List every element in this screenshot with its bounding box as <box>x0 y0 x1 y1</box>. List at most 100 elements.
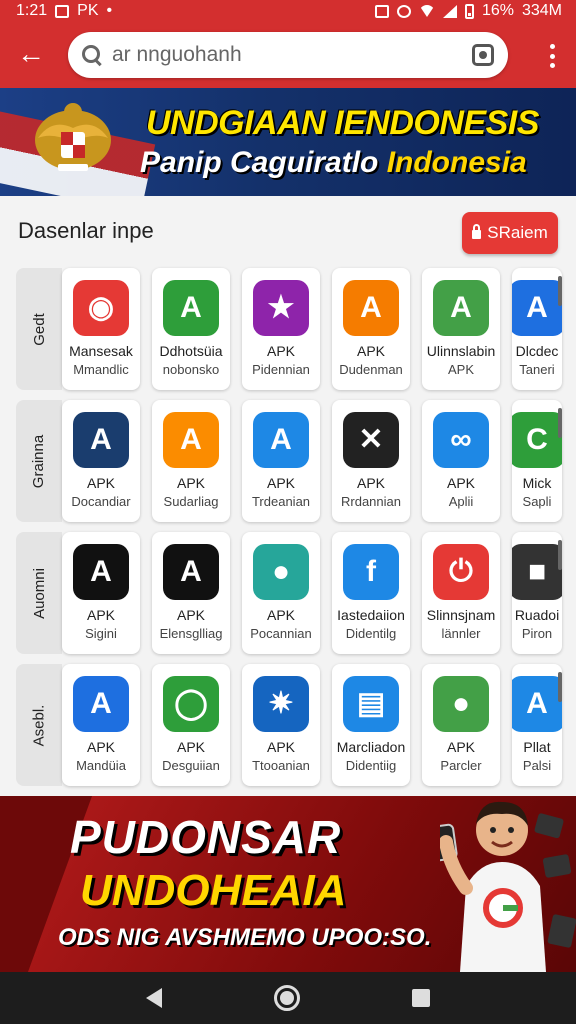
app-name: Pllat <box>523 739 551 755</box>
search-input[interactable]: ar nnguohanh <box>112 43 472 67</box>
colorful-a-icon: A <box>163 412 219 468</box>
app-icon-glyph: A <box>90 687 112 720</box>
lock-icon <box>472 224 482 239</box>
app-subtitle: Pidennian <box>252 362 310 377</box>
app-icon-glyph: ● <box>451 687 471 720</box>
banner-subtitle: Panip Caguiratlo Indonesia <box>140 146 527 180</box>
sort-button[interactable]: SRaiem <box>462 212 558 254</box>
app-tile[interactable]: ∞ APK Aplii <box>422 400 500 522</box>
navy-a-icon: A <box>73 412 129 468</box>
blue-a-icon: A <box>512 280 562 336</box>
app-tile[interactable]: A APK Elensglliag <box>152 532 230 654</box>
hero-banner[interactable]: UNDGIAAN IENDONESIS Panip Caguiratlo Ind… <box>0 88 576 196</box>
app-subtitle: Rrdannian <box>341 494 401 509</box>
app-tile[interactable]: A APK Mandüia <box>62 664 140 786</box>
app-subtitle: Taneri <box>519 362 555 377</box>
f-icon: f <box>343 544 399 600</box>
row-category-label[interactable]: Gedt <box>16 268 62 390</box>
sync-icon <box>396 4 411 18</box>
signal-icon <box>442 4 457 18</box>
app-subtitle: nobonsko <box>162 362 220 377</box>
app-tile[interactable]: A APK Sudarliag <box>152 400 230 522</box>
light-blue-a-icon: A <box>512 676 562 732</box>
app-subtitle: lännler <box>441 626 481 641</box>
row-category-label[interactable]: Auomni <box>16 532 62 654</box>
app-tile[interactable]: ● APK Parcler <box>422 664 500 786</box>
app-name: APK <box>356 343 385 359</box>
document-icon: ▤ <box>343 676 399 732</box>
app-tile[interactable]: f Iastedaiion Didentilg <box>332 532 410 654</box>
app-subtitle: Palsi <box>522 758 552 773</box>
app-icon-glyph: C <box>526 423 548 456</box>
app-tile[interactable]: A Pllat Palsi <box>512 664 562 786</box>
row-category-label[interactable]: Grainna <box>16 400 62 522</box>
ap-icon: A <box>163 544 219 600</box>
app-tile[interactable]: ⏻ Slinnsjnam lännler <box>422 532 500 654</box>
app-icon-glyph: ★ <box>267 291 295 324</box>
app-name: APK <box>86 739 115 755</box>
app-name: Ddhotsüia <box>159 343 223 359</box>
row-scrollbar[interactable] <box>558 672 562 702</box>
status-right: 16% 334M <box>374 2 562 20</box>
promo-banner[interactable]: PUDONSAR UNDOHEAIA ODS NIG AVSHMEMO UPOO… <box>0 796 576 972</box>
app-tile[interactable]: ▤ Marcliadon Didentiig <box>332 664 410 786</box>
app-tile[interactable]: C Mick Sapli <box>512 400 562 522</box>
app-tile[interactable]: A APK Docandiar <box>62 400 140 522</box>
app-tile[interactable]: A Ddhotsüia nobonsko <box>152 268 230 390</box>
search-field[interactable]: ar nnguohanh <box>68 32 508 78</box>
app-name: APK <box>176 607 205 623</box>
app-name: APK <box>266 343 295 359</box>
app-icon-glyph: A <box>180 291 202 324</box>
app-subtitle: Mmandlic <box>73 362 129 377</box>
app-tile[interactable]: ■ Ruadoi Piron <box>512 532 562 654</box>
app-tile[interactable]: A Dlcdec Taneri <box>512 268 562 390</box>
tool-icon: ✕ <box>343 412 399 468</box>
app-subtitle: Sigini <box>85 626 117 641</box>
scan-icon[interactable] <box>472 44 494 66</box>
search-icon <box>82 45 102 65</box>
app-name: APK <box>446 739 475 755</box>
nav-home-icon[interactable] <box>274 985 300 1011</box>
row-scrollbar[interactable] <box>558 540 562 570</box>
app-name: Ulinnslabin <box>426 343 496 359</box>
app-tile[interactable]: A Ulinnslabin APK <box>422 268 500 390</box>
sort-button-label: SRaiem <box>487 223 548 242</box>
more-vert-icon[interactable] <box>550 44 556 68</box>
data-usage: 334M <box>521 2 562 19</box>
nav-recents-icon[interactable] <box>412 989 430 1007</box>
app-name: APK <box>266 475 295 491</box>
green-circle-icon: ● <box>253 544 309 600</box>
battery-icon <box>464 3 474 19</box>
a-tent-icon: A <box>343 280 399 336</box>
app-icon-glyph: ● <box>271 555 291 588</box>
banner-subtitle-b: Indonesia <box>378 146 527 179</box>
app-name: Marcliadon <box>336 739 406 755</box>
app-name: APK <box>176 475 205 491</box>
app-tile[interactable]: ✕ APK Rrdannian <box>332 400 410 522</box>
app-tile[interactable]: ● APK Pocannian <box>242 532 320 654</box>
play-star-icon: ★ <box>253 280 309 336</box>
app-icon-glyph: ∞ <box>450 423 472 456</box>
app-tile[interactable]: ★ APK Pidennian <box>242 268 320 390</box>
rainbow-a-icon: A <box>73 676 129 732</box>
app-tile[interactable]: ◉ Mansesak Mmandlic <box>62 268 140 390</box>
app-tile[interactable]: A APK Sigini <box>62 532 140 654</box>
app-bar: ← ar nnguohanh <box>0 22 576 88</box>
app-tile[interactable]: A APK Dudenman <box>332 268 410 390</box>
nav-back-icon[interactable] <box>146 988 162 1008</box>
app-tile[interactable]: A APK Trdeanian <box>242 400 320 522</box>
row-scrollbar[interactable] <box>558 276 562 306</box>
app-tile[interactable]: ✷ APK Ttooanian <box>242 664 320 786</box>
row-category-label[interactable]: Asebl. <box>16 664 62 786</box>
app-tile[interactable]: ◯ APK Desguiian <box>152 664 230 786</box>
app-name: APK <box>176 739 205 755</box>
app-subtitle: APK <box>447 362 474 377</box>
back-arrow-icon[interactable]: ← <box>14 38 48 72</box>
app-subtitle: Ttooanian <box>252 758 310 773</box>
app-name: Dlcdec <box>515 343 559 359</box>
app-name: APK <box>446 475 475 491</box>
app-icon-glyph: A <box>90 423 112 456</box>
app-name: Ruadoi <box>514 607 560 623</box>
row-scrollbar[interactable] <box>558 408 562 438</box>
app-name: APK <box>266 739 295 755</box>
